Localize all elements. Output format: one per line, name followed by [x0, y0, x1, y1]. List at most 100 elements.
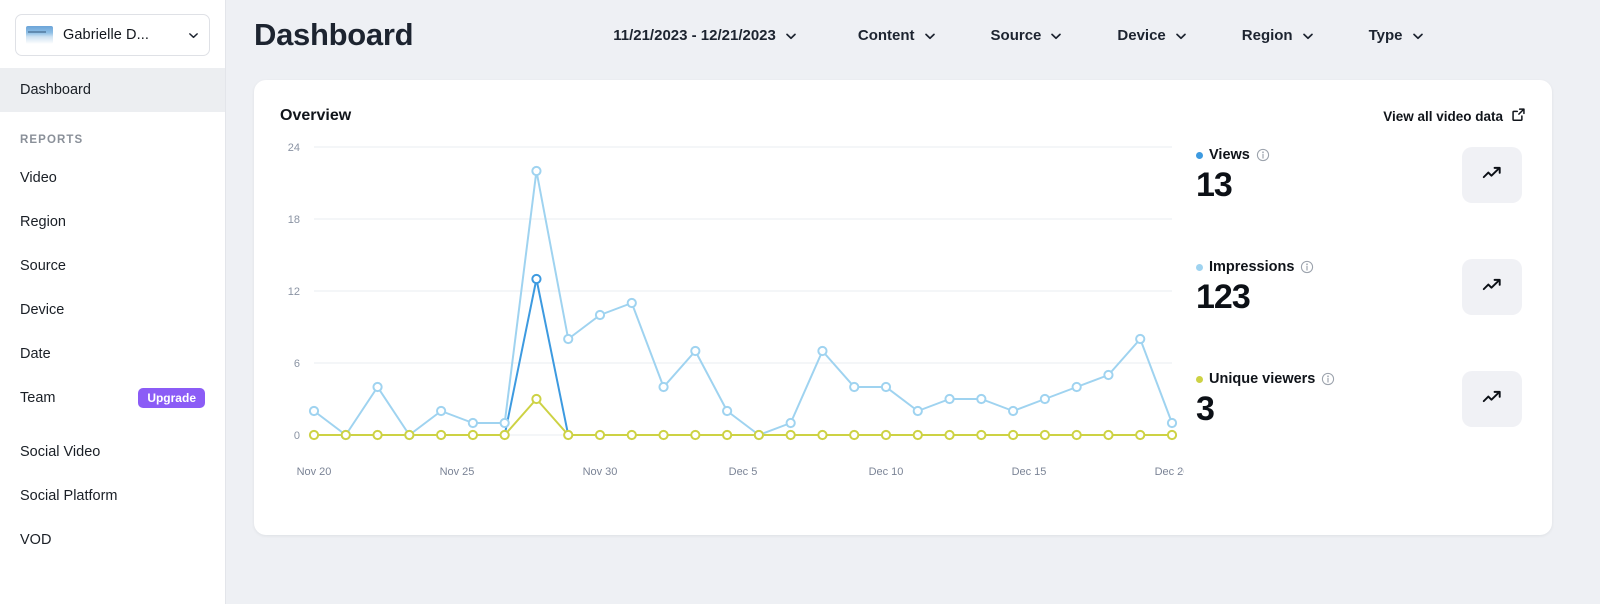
trending-up-icon [1481, 274, 1503, 301]
trending-up-icon [1481, 162, 1503, 189]
sidebar-item-social-platform[interactable]: Social Platform [0, 474, 225, 518]
svg-text:Dec 5: Dec 5 [729, 466, 758, 478]
topbar: Dashboard 11/21/2023 - 12/21/2023 Conten… [226, 0, 1600, 70]
upgrade-badge[interactable]: Upgrade [138, 388, 205, 408]
main-content: Dashboard 11/21/2023 - 12/21/2023 Conten… [226, 0, 1600, 604]
metric-label: Views [1209, 147, 1250, 163]
trend-button-views[interactable] [1462, 147, 1522, 203]
svg-text:6: 6 [294, 358, 300, 370]
metric-impressions: Impressions 123 [1184, 259, 1552, 371]
sidebar-item-dashboard[interactable]: Dashboard [0, 68, 225, 112]
svg-text:24: 24 [288, 142, 300, 154]
card-title: Overview [280, 107, 351, 125]
metric-text: Unique viewers 3 [1196, 371, 1462, 426]
sidebar-item-source[interactable]: Source [0, 244, 225, 288]
date-range-picker[interactable]: 11/21/2023 - 12/21/2023 [613, 27, 796, 44]
page-title: Dashboard [254, 17, 413, 53]
metric-text: Impressions 123 [1196, 259, 1462, 314]
svg-text:Nov 25: Nov 25 [440, 466, 475, 478]
sidebar-item-region[interactable]: Region [0, 200, 225, 244]
sidebar-item-label: Region [20, 214, 66, 230]
chevron-down-icon [1175, 30, 1186, 41]
svg-text:Dec 15: Dec 15 [1012, 466, 1047, 478]
trend-button-unique-viewers[interactable] [1462, 371, 1522, 427]
metric-label: Unique viewers [1209, 371, 1315, 387]
external-link-icon [1511, 107, 1526, 125]
info-icon[interactable] [1256, 148, 1270, 162]
chevron-down-icon [1050, 30, 1061, 41]
chevron-down-icon [1302, 30, 1313, 41]
trend-button-impressions[interactable] [1462, 259, 1522, 315]
svg-text:12: 12 [288, 286, 300, 298]
filter-region[interactable]: Region [1242, 27, 1313, 44]
sidebar-item-label: Dashboard [20, 82, 91, 98]
view-all-label: View all video data [1383, 109, 1503, 124]
metric-unique-viewers: Unique viewers 3 [1184, 371, 1552, 483]
sidebar-item-label: Device [20, 302, 64, 318]
sidebar-item-label: Source [20, 258, 66, 274]
sidebar-item-date[interactable]: Date [0, 332, 225, 376]
overview-card: Overview View all video data 0 6 12 18 24 Nov… [254, 80, 1552, 535]
filter-label: Content [858, 27, 915, 44]
view-all-video-data-link[interactable]: View all video data [1383, 107, 1526, 125]
legend-dot-unique-viewers [1196, 376, 1203, 383]
chevron-down-icon [1412, 30, 1423, 41]
overview-chart[interactable]: 0 6 12 18 24 Nov 20 Nov 25 Nov 30 Dec 5 Dec 10 Dec… [254, 125, 1184, 497]
filter-device[interactable]: Device [1117, 27, 1185, 44]
sidebar-item-label: VOD [20, 532, 51, 548]
svg-text:Dec 10: Dec 10 [869, 466, 904, 478]
account-selector-wrapper: Gabrielle D... [0, 0, 225, 68]
sidebar-divider [0, 420, 225, 430]
metric-value: 123 [1196, 280, 1462, 314]
account-selector[interactable]: Gabrielle D... [15, 14, 210, 56]
filter-label: Type [1369, 27, 1403, 44]
sidebar-item-label: Video [20, 170, 57, 186]
metric-text: Views 13 [1196, 147, 1462, 202]
metric-value: 13 [1196, 168, 1462, 202]
filter-label: Source [991, 27, 1042, 44]
app-root: Gabrielle D... Dashboard REPORTS Video R… [0, 0, 1600, 604]
sidebar-item-social-video[interactable]: Social Video [0, 430, 225, 474]
metric-label: Impressions [1209, 259, 1294, 275]
metric-label-row: Unique viewers [1196, 371, 1462, 387]
info-icon[interactable] [1300, 260, 1314, 274]
account-name: Gabrielle D... [63, 27, 188, 43]
info-icon[interactable] [1321, 372, 1335, 386]
filter-content[interactable]: Content [858, 27, 935, 44]
sidebar-item-video[interactable]: Video [0, 156, 225, 200]
sidebar-item-label: Social Video [20, 444, 100, 460]
sidebar: Gabrielle D... Dashboard REPORTS Video R… [0, 0, 226, 604]
sidebar-item-label: Social Platform [20, 488, 118, 504]
svg-text:0: 0 [294, 430, 300, 442]
account-thumbnail [26, 26, 53, 44]
filter-source[interactable]: Source [991, 27, 1062, 44]
trending-up-icon [1481, 386, 1503, 413]
sidebar-item-device[interactable]: Device [0, 288, 225, 332]
overview-card-header: Overview View all video data [254, 80, 1552, 125]
filter-type[interactable]: Type [1369, 27, 1423, 44]
svg-text:Dec 20: Dec 20 [1155, 466, 1184, 478]
filter-bar: 11/21/2023 - 12/21/2023 Content Source [613, 27, 1572, 44]
legend-dot-views [1196, 152, 1203, 159]
svg-text:Nov 20: Nov 20 [297, 466, 332, 478]
filter-label: Region [1242, 27, 1293, 44]
metrics-panel: Views 13 [1184, 125, 1552, 497]
chevron-down-icon [924, 30, 935, 41]
sidebar-item-team[interactable]: Team Upgrade [0, 376, 225, 420]
sidebar-section-reports: REPORTS [0, 112, 225, 156]
sidebar-item-label: Date [20, 346, 51, 362]
svg-text:Nov 30: Nov 30 [583, 466, 618, 478]
legend-dot-impressions [1196, 264, 1203, 271]
sidebar-item-vod[interactable]: VOD [0, 518, 225, 562]
chevron-down-icon [785, 30, 796, 41]
metric-label-row: Impressions [1196, 259, 1462, 275]
metric-label-row: Views [1196, 147, 1462, 163]
filter-label: Device [1117, 27, 1165, 44]
world-map-background [452, 542, 1600, 604]
metric-views: Views 13 [1184, 147, 1552, 259]
overview-card-body: 0 6 12 18 24 Nov 20 Nov 25 Nov 30 Dec 5 Dec 10 Dec… [254, 125, 1552, 497]
sidebar-item-label: Team [20, 390, 55, 406]
metric-value: 3 [1196, 392, 1462, 426]
svg-text:18: 18 [288, 214, 300, 226]
date-range-label: 11/21/2023 - 12/21/2023 [613, 27, 776, 44]
